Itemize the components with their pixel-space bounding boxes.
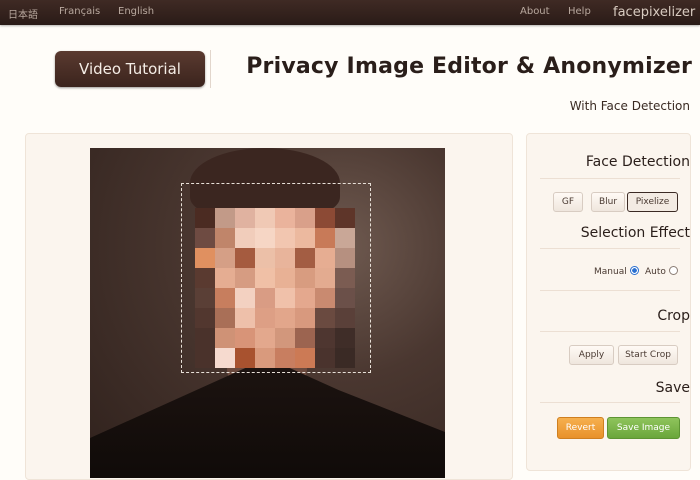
blur-button[interactable]: Blur [591,192,625,212]
header-row: Video Tutorial Privacy Image Editor & An… [0,48,700,92]
video-tutorial-button[interactable]: Video Tutorial [55,51,205,87]
crop-heading: Crop [657,308,690,324]
divider [540,290,680,291]
brand-link[interactable]: facepixelizer [613,5,695,20]
page-title: Privacy Image Editor & Anonymizer [246,54,692,79]
save-image-button[interactable]: Save Image [607,417,680,439]
divider [540,402,680,403]
auto-radio[interactable]: Auto [645,266,678,277]
radio-circle-icon [668,266,678,275]
nav-about-link[interactable]: About [520,6,550,17]
header-divider [210,50,211,88]
pixelize-button[interactable]: Pixelize [627,192,678,212]
nav-help-link[interactable]: Help [568,6,591,17]
lang-english-link[interactable]: English [118,6,154,17]
divider [540,331,680,332]
revert-button[interactable]: Revert [557,417,604,439]
page-subtitle: With Face Detection [569,99,690,113]
manual-label: Manual [594,267,627,277]
save-heading: Save [655,380,690,396]
top-navbar: facepixelizer Help About English Françai… [0,0,700,25]
gf-button[interactable]: GF [553,192,583,212]
manual-radio[interactable]: Manual [594,266,639,277]
selection-effect-heading: Selection Effect [580,225,690,241]
divider [540,248,680,249]
radio-selected-icon [629,266,639,275]
auto-label: Auto [645,267,666,277]
photo-jacket [90,366,445,478]
start-crop-button[interactable]: Start Crop [618,345,678,365]
face-selection-box[interactable] [181,183,371,373]
apply-crop-button[interactable]: Apply [569,345,614,365]
divider [540,178,680,179]
face-detection-heading: Face Detection [585,154,690,170]
lang-japanese-link[interactable]: 日本語 [8,6,38,21]
lang-french-link[interactable]: Français [59,6,100,17]
